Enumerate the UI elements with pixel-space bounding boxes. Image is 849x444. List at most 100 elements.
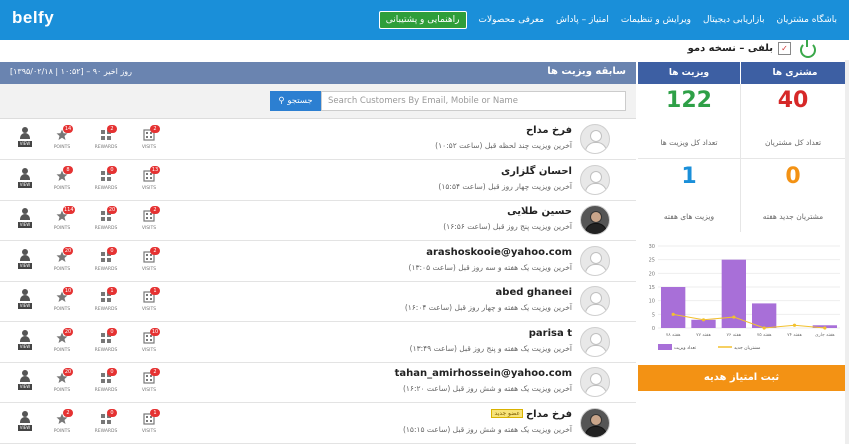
rewards-label: REWARDS xyxy=(94,307,118,312)
visits-stat[interactable]: 2 VISITS xyxy=(135,368,163,396)
points-stat[interactable]: 8 POINTS xyxy=(48,165,76,194)
rewards-stat[interactable]: 0 REWARDS xyxy=(92,246,120,275)
brand-name: بلفی – نسخه دمو xyxy=(687,43,773,54)
chart-ytick-label: 10 xyxy=(649,299,655,305)
nav-item-4[interactable]: معرفی محصولات xyxy=(479,15,544,25)
legend-swatch-visits xyxy=(658,344,672,350)
customer-name[interactable]: عضو جدید فرخ مداح xyxy=(491,409,572,420)
customer-avatar[interactable] xyxy=(580,245,610,276)
person-icon xyxy=(22,167,28,174)
chart-ytick-label: 5 xyxy=(652,312,655,318)
visits-stat[interactable]: 10 VISITS xyxy=(135,327,163,356)
rewards-stat[interactable]: 0 REWARDS xyxy=(92,368,120,396)
customer-avatar[interactable] xyxy=(580,407,610,438)
nav-item-1[interactable]: بازاریابی دیجیتال xyxy=(703,15,765,25)
table-row[interactable]: tahan_amirhossein@yahoo.com آخرین ویزیت ی… xyxy=(0,362,636,403)
customer-name[interactable]: حسین طلایی xyxy=(507,206,572,217)
visits-stat[interactable]: 2 VISITS xyxy=(135,206,163,234)
customer-avatar[interactable] xyxy=(580,326,610,357)
nav-item-2[interactable]: ویرایش و تنظیمات xyxy=(621,15,691,25)
customer-name[interactable]: arashoskooie@yahoo.com xyxy=(426,247,572,258)
table-row[interactable]: parisa t آخرین ویزیت یک هفته و پنج روز قب… xyxy=(0,322,636,363)
search-input[interactable]: Search Customers By Email, Mobile or Nam… xyxy=(321,91,626,111)
customer-avatar[interactable] xyxy=(580,205,610,235)
chart-xtick-label: هفته ۷۴ xyxy=(787,333,802,338)
rewards-stat[interactable]: 0 REWARDS xyxy=(92,327,120,356)
view-customer-button[interactable]: VIEW xyxy=(18,208,32,232)
view-customer-button[interactable]: VIEW xyxy=(18,127,32,151)
points-stat[interactable]: 20 POINTS xyxy=(48,327,76,356)
points-stat[interactable]: 2 POINTS xyxy=(48,408,76,437)
rewards-label: REWARDS xyxy=(94,428,118,434)
visits-count-badge: 1 xyxy=(150,408,160,417)
customer-avatar[interactable] xyxy=(580,124,610,154)
points-label: POINTS xyxy=(53,185,71,191)
account-bar: ✓ بلفی – نسخه دمو xyxy=(0,40,849,60)
customer-name[interactable]: tahan_amirhossein@yahoo.com xyxy=(395,368,572,379)
rewards-stat[interactable]: 0 REWARDS xyxy=(92,408,120,437)
scrollbar[interactable] xyxy=(845,60,849,444)
points-stat[interactable]: 20 POINTS xyxy=(48,368,76,396)
table-row[interactable]: arashoskooie@yahoo.com آخرین ویزیت یک هفت… xyxy=(0,241,636,282)
gift-points-button[interactable]: ثبت امتیاز هدیه xyxy=(638,365,845,391)
points-label: POINTS xyxy=(53,428,71,434)
table-row[interactable]: abed ghaneei آخرین ویزیت یک هفته و چهار ر… xyxy=(0,281,636,322)
week-new-customers-value: 0 xyxy=(785,164,801,189)
nav-item-5[interactable]: راهنمایی و پشتیبانی xyxy=(378,11,467,29)
points-stat[interactable]: 114 POINTS xyxy=(48,206,76,234)
customer-name[interactable]: abed ghaneei xyxy=(496,287,572,298)
points-label: POINTS xyxy=(53,347,71,353)
visits-stat[interactable]: 1 VISITS xyxy=(135,287,163,315)
search-button[interactable]: ⚲ جستجو xyxy=(270,91,321,111)
nav-item-0[interactable]: باشگاه مشتریان xyxy=(777,15,837,25)
points-stat[interactable]: 20 POINTS xyxy=(48,246,76,275)
customer-name-text: parisa t xyxy=(528,327,572,339)
points-label: POINTS xyxy=(53,388,71,393)
last-visit-text: آخرین ویزیت یک هفته و سه روز قبل (ساعت ۱… xyxy=(408,262,572,272)
rewards-stat[interactable]: 0 REWARDS xyxy=(92,165,120,194)
visits-count-badge: 10 xyxy=(150,327,160,336)
view-customer-button[interactable]: VIEW xyxy=(18,248,32,273)
view-customer-button[interactable]: VIEW xyxy=(18,289,32,313)
view-customer-button[interactable]: VIEW xyxy=(18,410,32,435)
chart-ytick-label: 0 xyxy=(652,326,655,332)
points-count-badge: 114 xyxy=(63,206,75,214)
chart-line-point xyxy=(823,326,827,330)
table-row[interactable]: فرخ مداح آخرین ویزیت چند لحظه قبل (ساعت ۱… xyxy=(0,119,636,160)
rewards-count-badge: 0 xyxy=(107,368,117,376)
view-label: VIEW xyxy=(18,181,32,188)
rewards-stat[interactable]: 1 REWARDS xyxy=(92,287,120,315)
nav-item-3[interactable]: امتیاز – پاداش xyxy=(556,15,609,25)
rewards-stat[interactable]: 20 REWARDS xyxy=(92,206,120,234)
points-count-badge: 20 xyxy=(63,246,73,255)
search-icon: ⚲ xyxy=(278,96,285,106)
points-stat[interactable]: 14 POINTS xyxy=(48,125,76,153)
table-row[interactable]: عضو جدید فرخ مداح آخرین ویزیت یک هفته و شش… xyxy=(0,403,636,444)
chart-line-point xyxy=(762,326,766,330)
view-customer-button[interactable]: VIEW xyxy=(18,329,32,354)
customer-avatar[interactable] xyxy=(580,286,610,316)
view-customer-button[interactable]: VIEW xyxy=(18,370,32,394)
view-label: VIEW xyxy=(18,424,32,431)
visits-stat[interactable]: 2 VISITS xyxy=(135,246,163,275)
power-icon[interactable] xyxy=(800,40,816,58)
rewards-count-badge: 0 xyxy=(107,246,117,255)
visits-stat[interactable]: 2 VISITS xyxy=(135,125,163,153)
view-customer-button[interactable]: VIEW xyxy=(18,167,32,192)
customer-name[interactable]: احسان گلزاری xyxy=(501,166,572,177)
belfy-logo[interactable]: belfy xyxy=(12,8,54,28)
points-label: POINTS xyxy=(53,307,71,312)
visits-stat[interactable]: 13 VISITS xyxy=(135,165,163,194)
customer-avatar[interactable] xyxy=(580,367,610,397)
customer-avatar[interactable] xyxy=(580,164,610,195)
table-row[interactable]: حسین طلایی آخرین ویزیت پنج روز قبل (ساعت … xyxy=(0,200,636,241)
panel-title: سابقه ویزیت ها xyxy=(547,66,626,77)
checkbox-icon[interactable]: ✓ xyxy=(778,42,791,55)
customer-name[interactable]: فرخ مداح xyxy=(526,125,572,136)
rewards-stat[interactable]: 2 REWARDS xyxy=(92,125,120,153)
customer-name[interactable]: parisa t xyxy=(529,328,572,339)
points-stat[interactable]: 10 POINTS xyxy=(48,287,76,315)
view-label: VIEW xyxy=(18,222,32,228)
table-row[interactable]: احسان گلزاری آخرین ویزیت چهار روز قبل (سا… xyxy=(0,160,636,201)
visits-stat[interactable]: 1 VISITS xyxy=(135,408,163,437)
